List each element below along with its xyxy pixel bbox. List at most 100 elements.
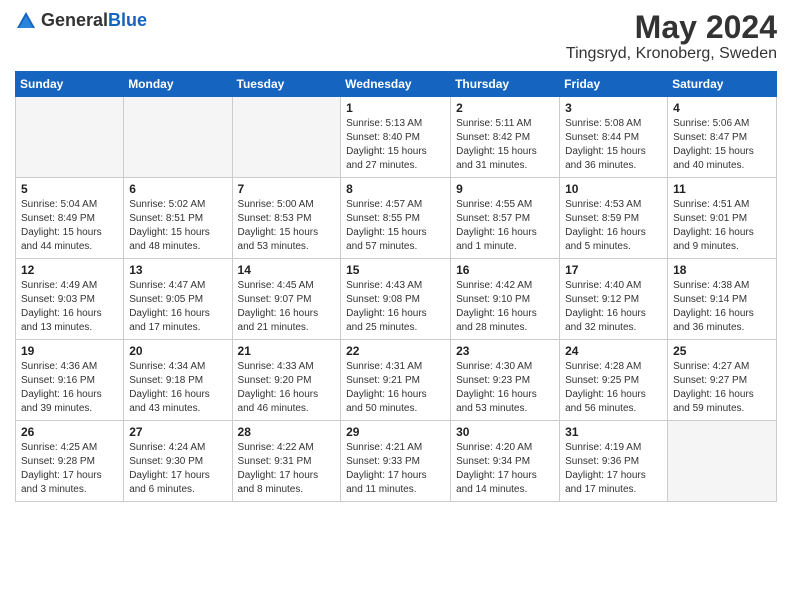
calendar-empty-cell xyxy=(668,421,777,502)
day-info: Sunrise: 5:13 AM Sunset: 8:40 PM Dayligh… xyxy=(346,117,445,173)
day-info: Sunrise: 4:22 AM Sunset: 9:31 PM Dayligh… xyxy=(238,441,336,497)
calendar-day-31: 31Sunrise: 4:19 AM Sunset: 9:36 PM Dayli… xyxy=(560,421,668,502)
logo-text-blue: Blue xyxy=(108,10,147,30)
day-number: 5 xyxy=(21,182,118,196)
calendar-day-25: 25 Sunrise: 4:27 AM Sunset: 9:27 PM Dayli… xyxy=(668,340,777,421)
calendar-day-9: 9 Sunrise: 4:55 AM Sunset: 8:57 PM Daylig… xyxy=(451,178,560,259)
day-info: Sunrise: 4:40 AM Sunset: 9:12 PM Dayligh… xyxy=(565,279,662,335)
day-number: 14 xyxy=(238,263,336,277)
day-info: Sunrise: 4:34 AM Sunset: 9:18 PM Dayligh… xyxy=(129,360,226,416)
calendar-header-wednesday: Wednesday xyxy=(341,72,451,97)
day-number: 2 xyxy=(456,101,554,115)
calendar-day-10: 10 Sunrise: 4:53 AM Sunset: 8:59 PM Dayli… xyxy=(560,178,668,259)
calendar-empty-cell xyxy=(16,97,124,178)
day-number: 19 xyxy=(21,344,118,358)
day-number: 20 xyxy=(129,344,226,358)
day-info: Sunrise: 4:43 AM Sunset: 9:08 PM Dayligh… xyxy=(346,279,445,335)
calendar-day-15: 15 Sunrise: 4:43 AM Sunset: 9:08 PM Dayli… xyxy=(341,259,451,340)
day-number: 30 xyxy=(456,425,554,439)
day-number: 31 xyxy=(565,425,662,439)
day-number: 15 xyxy=(346,263,445,277)
day-info: Sunrise: 4:57 AM Sunset: 8:55 PM Dayligh… xyxy=(346,198,445,254)
calendar-header-tuesday: Tuesday xyxy=(232,72,341,97)
calendar-day-8: 8 Sunrise: 4:57 AM Sunset: 8:55 PM Daylig… xyxy=(341,178,451,259)
day-number: 13 xyxy=(129,263,226,277)
day-info: Sunrise: 4:28 AM Sunset: 9:25 PM Dayligh… xyxy=(565,360,662,416)
day-info: Sunrise: 4:21 AM Sunset: 9:33 PM Dayligh… xyxy=(346,441,445,497)
calendar-day-20: 20 Sunrise: 4:34 AM Sunset: 9:18 PM Dayli… xyxy=(124,340,232,421)
calendar-day-2: 2Sunrise: 5:11 AM Sunset: 8:42 PM Daylig… xyxy=(451,97,560,178)
day-number: 7 xyxy=(238,182,336,196)
day-number: 12 xyxy=(21,263,118,277)
day-number: 9 xyxy=(456,182,554,196)
calendar-week-row: 5 Sunrise: 5:04 AM Sunset: 8:49 PM Daylig… xyxy=(16,178,777,259)
calendar-day-6: 6 Sunrise: 5:02 AM Sunset: 8:51 PM Daylig… xyxy=(124,178,232,259)
day-info: Sunrise: 4:38 AM Sunset: 9:14 PM Dayligh… xyxy=(673,279,771,335)
calendar-day-18: 18 Sunrise: 4:38 AM Sunset: 9:14 PM Dayli… xyxy=(668,259,777,340)
logo-text-general: General xyxy=(41,10,108,30)
calendar-day-16: 16Sunrise: 4:42 AM Sunset: 9:10 PM Dayli… xyxy=(451,259,560,340)
day-number: 10 xyxy=(565,182,662,196)
day-info: Sunrise: 4:25 AM Sunset: 9:28 PM Dayligh… xyxy=(21,441,118,497)
month-title: May 2024 xyxy=(566,10,777,45)
day-number: 6 xyxy=(129,182,226,196)
calendar-week-row: 19 Sunrise: 4:36 AM Sunset: 9:16 PM Dayli… xyxy=(16,340,777,421)
day-info: Sunrise: 5:02 AM Sunset: 8:51 PM Dayligh… xyxy=(129,198,226,254)
location-title: Tingsryd, Kronoberg, Sweden xyxy=(566,45,777,63)
day-info: Sunrise: 5:04 AM Sunset: 8:49 PM Dayligh… xyxy=(21,198,118,254)
day-number: 1 xyxy=(346,101,445,115)
day-info: Sunrise: 4:42 AM Sunset: 9:10 PM Dayligh… xyxy=(456,279,554,335)
day-number: 29 xyxy=(346,425,445,439)
calendar-day-24: 24 Sunrise: 4:28 AM Sunset: 9:25 PM Dayli… xyxy=(560,340,668,421)
calendar-day-11: 11Sunrise: 4:51 AM Sunset: 9:01 PM Dayli… xyxy=(668,178,777,259)
calendar-header-saturday: Saturday xyxy=(668,72,777,97)
calendar-day-14: 14Sunrise: 4:45 AM Sunset: 9:07 PM Dayli… xyxy=(232,259,341,340)
calendar-day-1: 1 Sunrise: 5:13 AM Sunset: 8:40 PM Daylig… xyxy=(341,97,451,178)
day-info: Sunrise: 4:55 AM Sunset: 8:57 PM Dayligh… xyxy=(456,198,554,254)
day-number: 11 xyxy=(673,182,771,196)
calendar-day-29: 29 Sunrise: 4:21 AM Sunset: 9:33 PM Dayli… xyxy=(341,421,451,502)
day-info: Sunrise: 4:36 AM Sunset: 9:16 PM Dayligh… xyxy=(21,360,118,416)
day-number: 27 xyxy=(129,425,226,439)
day-number: 3 xyxy=(565,101,662,115)
calendar-week-row: 1 Sunrise: 5:13 AM Sunset: 8:40 PM Daylig… xyxy=(16,97,777,178)
day-info: Sunrise: 4:27 AM Sunset: 9:27 PM Dayligh… xyxy=(673,360,771,416)
day-number: 4 xyxy=(673,101,771,115)
calendar-empty-cell xyxy=(124,97,232,178)
day-info: Sunrise: 4:33 AM Sunset: 9:20 PM Dayligh… xyxy=(238,360,336,416)
calendar-day-5: 5 Sunrise: 5:04 AM Sunset: 8:49 PM Daylig… xyxy=(16,178,124,259)
day-info: Sunrise: 5:06 AM Sunset: 8:47 PM Dayligh… xyxy=(673,117,771,173)
calendar: SundayMondayTuesdayWednesdayThursdayFrid… xyxy=(15,71,777,502)
calendar-header-thursday: Thursday xyxy=(451,72,560,97)
calendar-header-friday: Friday xyxy=(560,72,668,97)
calendar-day-28: 28Sunrise: 4:22 AM Sunset: 9:31 PM Dayli… xyxy=(232,421,341,502)
day-info: Sunrise: 4:53 AM Sunset: 8:59 PM Dayligh… xyxy=(565,198,662,254)
day-number: 8 xyxy=(346,182,445,196)
calendar-day-12: 12 Sunrise: 4:49 AM Sunset: 9:03 PM Dayli… xyxy=(16,259,124,340)
calendar-empty-cell xyxy=(232,97,341,178)
calendar-day-21: 21Sunrise: 4:33 AM Sunset: 9:20 PM Dayli… xyxy=(232,340,341,421)
day-number: 24 xyxy=(565,344,662,358)
day-info: Sunrise: 4:47 AM Sunset: 9:05 PM Dayligh… xyxy=(129,279,226,335)
day-number: 23 xyxy=(456,344,554,358)
calendar-week-row: 26Sunrise: 4:25 AM Sunset: 9:28 PM Dayli… xyxy=(16,421,777,502)
day-info: Sunrise: 5:00 AM Sunset: 8:53 PM Dayligh… xyxy=(238,198,336,254)
day-info: Sunrise: 4:49 AM Sunset: 9:03 PM Dayligh… xyxy=(21,279,118,335)
calendar-header-row: SundayMondayTuesdayWednesdayThursdayFrid… xyxy=(16,72,777,97)
logo-icon xyxy=(15,10,37,32)
day-number: 25 xyxy=(673,344,771,358)
calendar-day-30: 30Sunrise: 4:20 AM Sunset: 9:34 PM Dayli… xyxy=(451,421,560,502)
calendar-header-sunday: Sunday xyxy=(16,72,124,97)
header: GeneralBlue May 2024 Tingsryd, Kronoberg… xyxy=(15,10,777,63)
calendar-day-7: 7 Sunrise: 5:00 AM Sunset: 8:53 PM Daylig… xyxy=(232,178,341,259)
day-info: Sunrise: 4:30 AM Sunset: 9:23 PM Dayligh… xyxy=(456,360,554,416)
calendar-day-22: 22Sunrise: 4:31 AM Sunset: 9:21 PM Dayli… xyxy=(341,340,451,421)
calendar-day-17: 17Sunrise: 4:40 AM Sunset: 9:12 PM Dayli… xyxy=(560,259,668,340)
day-info: Sunrise: 4:24 AM Sunset: 9:30 PM Dayligh… xyxy=(129,441,226,497)
calendar-day-13: 13 Sunrise: 4:47 AM Sunset: 9:05 PM Dayli… xyxy=(124,259,232,340)
calendar-week-row: 12 Sunrise: 4:49 AM Sunset: 9:03 PM Dayli… xyxy=(16,259,777,340)
logo: GeneralBlue xyxy=(15,10,147,32)
calendar-day-23: 23 Sunrise: 4:30 AM Sunset: 9:23 PM Dayli… xyxy=(451,340,560,421)
day-number: 18 xyxy=(673,263,771,277)
calendar-header-monday: Monday xyxy=(124,72,232,97)
